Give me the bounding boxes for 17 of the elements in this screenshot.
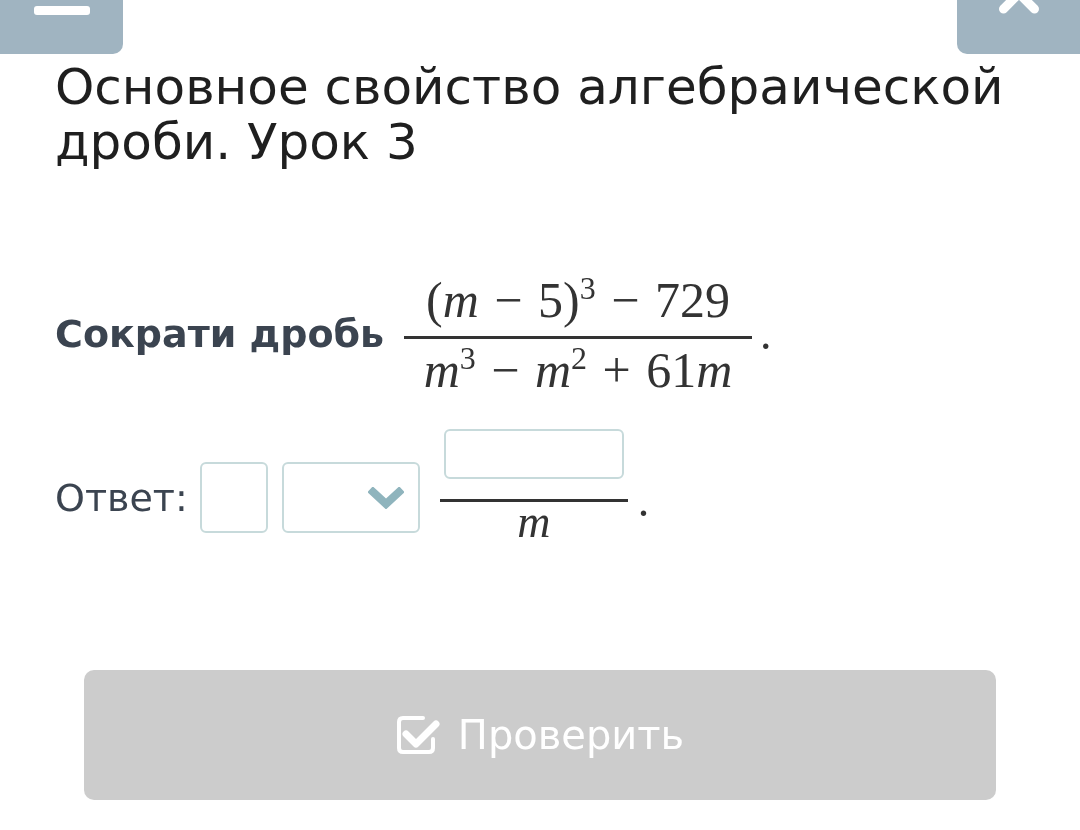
answer-box[interactable] <box>199 462 268 533</box>
task-prompt: Сократи дробь <box>55 311 385 356</box>
fraction-numerator: (m − 5)$^{3}$ − 729 <box>425 272 731 328</box>
fraction-denominator: m$^{3}$ − m$^{2}$ + 61m <box>423 345 733 395</box>
fraction-denominator: m <box>517 502 551 542</box>
page-title: Основное свойство алгебраической дроби. Урок 3 <box>55 57 1005 170</box>
punctuation-text: . <box>759 318 772 349</box>
punctuation-text: . <box>637 485 650 516</box>
collapse-button[interactable] <box>0 0 123 54</box>
checkbox-icon <box>395 715 440 755</box>
minus-icon <box>33 6 90 15</box>
answer-box[interactable] <box>443 429 624 479</box>
chevron-down-icon <box>367 486 404 509</box>
close-button[interactable] <box>957 0 1080 54</box>
answer-dropdown[interactable] <box>281 462 420 533</box>
answer-label: Ответ: <box>55 475 188 520</box>
close-icon <box>996 0 1041 14</box>
